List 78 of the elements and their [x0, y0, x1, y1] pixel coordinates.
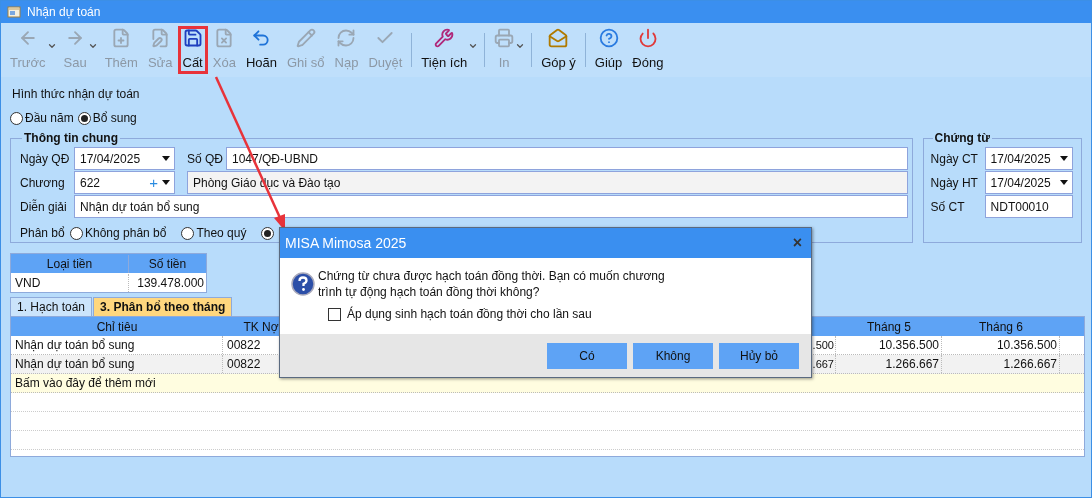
field-label: Diễn giải — [20, 198, 68, 216]
date-field[interactable]: 17/04/2025 — [984, 171, 1073, 194]
input-field[interactable]: NDT00010 — [984, 195, 1073, 218]
table-cell-text: 00822 — [226, 337, 262, 354]
dropdown-caret-icon[interactable] — [1059, 156, 1068, 161]
field-label: Ngày HT — [930, 174, 979, 192]
toolbar-button[interactable]: Đóng — [627, 23, 669, 77]
column-header: Loại tiền — [11, 254, 129, 273]
printer-icon — [494, 27, 515, 48]
radio-label[interactable]: Bổ sung — [92, 109, 137, 127]
table-cell-text: 139.478.000 — [136, 274, 205, 292]
checkbox[interactable] — [328, 307, 341, 321]
pencil-icon — [295, 27, 316, 48]
toolbar-button[interactable]: Góp ý — [536, 23, 581, 77]
radio-button[interactable] — [261, 226, 275, 240]
field-label: Chương — [20, 174, 66, 192]
file-delete-icon — [214, 27, 235, 48]
column-header: Số tiền — [147, 255, 188, 273]
column-header: TK Nợ — [242, 318, 280, 336]
radio-button[interactable] — [10, 111, 23, 125]
radio-label[interactable]: Theo quý — [196, 224, 247, 242]
table-cell-text: 00822 — [226, 356, 262, 373]
toolbar-button[interactable]: Giúp — [589, 23, 628, 77]
app-icon — [7, 5, 21, 19]
section-label: Hình thức nhận dự toán — [12, 86, 141, 103]
table-cell: 1.266.667 — [836, 355, 942, 373]
dialog-message: Chứng từ chưa được hạch toán đồng thời. Bạn có muốn chương trình tự động hạch toán đồng thời không? — [318, 268, 666, 300]
radio-label[interactable]: Đầu năm — [25, 109, 74, 127]
table-cell: Nhận dự toán bổ sung — [11, 355, 223, 373]
radio-button[interactable] — [70, 226, 83, 240]
column-header: Chỉ tiêu — [95, 318, 139, 336]
dropdown-caret-icon[interactable] — [1059, 180, 1068, 185]
tab[interactable]: 1. Hạch toán — [10, 297, 93, 316]
group-title: Chứng từ — [933, 130, 991, 147]
table-cell: 10.356.500 — [942, 336, 1060, 354]
toolbar-button[interactable]: Hoãn — [240, 23, 282, 77]
field-label: Ngày CT — [930, 150, 979, 168]
column-header: Tháng 6 — [977, 318, 1024, 336]
date-field[interactable]: 17/04/2025 — [984, 147, 1073, 170]
question-icon — [291, 272, 315, 296]
dialog-title: MISA Mimosa 2025 — [285, 233, 407, 253]
checkbox-label[interactable]: Áp dụng sinh hạch toán đồng thời cho lần sau — [347, 305, 592, 323]
help-icon — [598, 27, 619, 48]
tools-icon — [434, 27, 455, 48]
dropdown-caret-icon[interactable] — [162, 180, 170, 185]
dialog-button[interactable]: Không — [633, 342, 713, 369]
field-label: Số CT — [930, 198, 966, 216]
date-field[interactable]: 17/04/2025 — [74, 147, 175, 170]
save-icon — [182, 27, 203, 48]
tab[interactable]: 3. Phân bổ theo tháng — [93, 297, 233, 316]
envelope-icon — [548, 27, 569, 48]
dialog-button[interactable]: Hủy bỏ — [719, 342, 799, 369]
power-icon — [637, 27, 658, 48]
dialog-button[interactable]: Có — [547, 342, 627, 369]
combo-field[interactable]: 622 + — [74, 171, 175, 194]
column-header: Tháng 5 — [865, 318, 912, 336]
window-title: Nhận dự toán — [27, 4, 101, 21]
input-field[interactable]: Nhận dự toán bổ sung — [74, 195, 908, 218]
radio-button[interactable] — [181, 226, 195, 240]
file-edit-icon — [150, 27, 171, 48]
toolbar-button[interactable]: Cất — [177, 26, 208, 74]
table-cell: 1.266.667 — [942, 355, 1060, 373]
field-label: Số QĐ — [187, 150, 224, 168]
radio-label[interactable]: Không phân bổ — [85, 224, 167, 242]
toolbar-button[interactable]: Tiện ích — [416, 23, 473, 77]
close-button[interactable]: × — [792, 235, 802, 251]
table-cell: 10.356.500 — [836, 336, 942, 354]
add-row-hint[interactable]: Bấm vào đây để thêm mới — [11, 374, 156, 392]
radio-button[interactable] — [77, 111, 91, 125]
add-icon[interactable]: + — [149, 175, 158, 190]
field-label: Ngày QĐ — [20, 150, 71, 168]
table-cell: Nhận dự toán bổ sung — [11, 336, 223, 354]
refresh-icon — [336, 27, 357, 48]
field-label: Phân bổ — [20, 225, 66, 242]
group-title: Thông tin chung — [23, 130, 119, 147]
table-cell: VND — [11, 273, 129, 292]
file-plus-icon — [111, 27, 132, 48]
dropdown-caret-icon[interactable] — [162, 156, 170, 161]
